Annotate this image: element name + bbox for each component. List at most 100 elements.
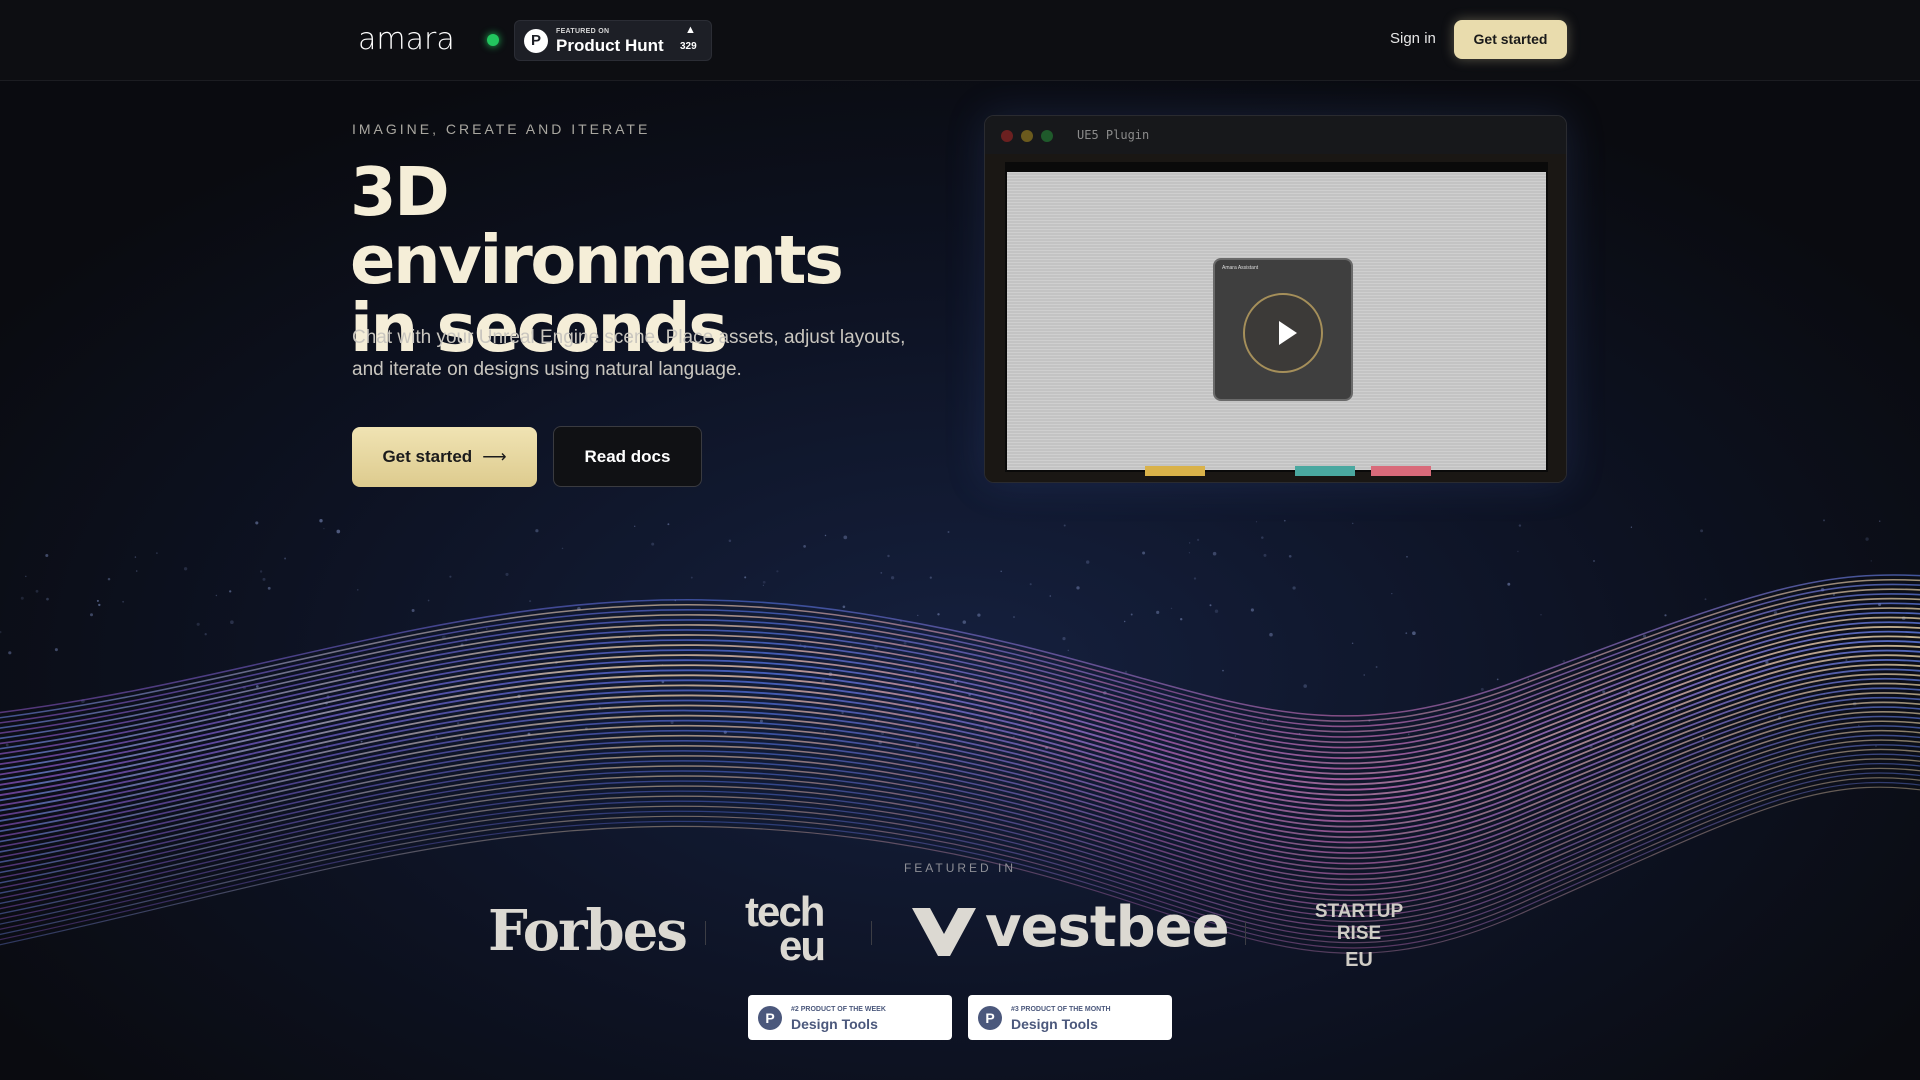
assistant-panel-title: Amara Assistant: [1222, 265, 1259, 271]
video-player[interactable]: Amara Assistant: [985, 154, 1566, 482]
star-dot: [1701, 736, 1704, 740]
nav-get-started-button[interactable]: Get started: [1454, 20, 1567, 59]
ph-award-week-badge[interactable]: P #2 PRODUCT OF THE WEEK Design Tools: [748, 995, 952, 1040]
star-dot: [1363, 674, 1365, 676]
star-dot: [215, 594, 218, 597]
video-window: UE5 Plugin Amara Assistant: [984, 115, 1567, 483]
logo-separator: [705, 921, 706, 945]
star-dot: [1517, 550, 1519, 553]
star-dot: [561, 547, 564, 550]
star-dot: [196, 622, 200, 626]
sign-in-link[interactable]: Sign in: [1390, 30, 1436, 47]
play-button[interactable]: [1243, 293, 1323, 373]
star-dot: [411, 609, 415, 612]
star-dot: [449, 575, 452, 578]
star-dot: [475, 630, 477, 632]
upvote-arrow-icon: ▲: [685, 24, 696, 36]
star-dot: [634, 525, 636, 527]
star-dot: [319, 519, 323, 523]
star-dot: [759, 719, 763, 723]
tech-eu-logo: tech eu: [745, 891, 826, 969]
star-dot: [1674, 708, 1677, 711]
star-dot: [1496, 678, 1499, 681]
star-dot: [1196, 538, 1200, 542]
star-dot: [1067, 649, 1070, 652]
star-dot: [54, 648, 58, 652]
star-dot: [1391, 592, 1393, 595]
star-dot: [803, 545, 806, 548]
star-dot: [1822, 519, 1826, 522]
star-dot: [823, 730, 826, 733]
star-dot: [1630, 526, 1633, 528]
star-dot: [1865, 537, 1869, 541]
star-dot: [1188, 542, 1191, 544]
star-dot: [1086, 560, 1090, 564]
star-dot: [947, 531, 950, 533]
star-dot: [25, 575, 27, 578]
star-dot: [1518, 524, 1522, 527]
star-dot: [1288, 554, 1292, 558]
product-hunt-icon: P: [524, 29, 548, 53]
star-dot: [229, 590, 232, 593]
star-dot: [1594, 657, 1596, 659]
star-dot: [20, 596, 24, 600]
star-dot: [1170, 607, 1173, 610]
star-dot: [1408, 733, 1410, 735]
star-dot: [1076, 586, 1080, 590]
star-dot: [1180, 618, 1183, 621]
star-dot: [1156, 610, 1160, 614]
star-dot: [267, 586, 271, 590]
star-dot: [1123, 620, 1126, 623]
star-dot: [915, 743, 920, 747]
star-dot: [1261, 720, 1264, 722]
star-dot: [1255, 521, 1258, 523]
product-hunt-badge[interactable]: P FEATURED ON Product Hunt ▲ 329: [514, 20, 712, 61]
hero-title-line-1: 3D environments: [350, 153, 844, 299]
star-dot: [323, 527, 325, 530]
star-dot: [977, 613, 981, 617]
top-nav: amara P FEATURED ON Product Hunt ▲ 329 S…: [0, 0, 1920, 81]
star-dot: [1063, 524, 1066, 527]
star-dot: [230, 620, 234, 625]
window-close-dot: [1001, 130, 1013, 142]
star-dot: [1269, 632, 1273, 637]
star-dot: [1029, 583, 1032, 586]
star-dot: [35, 589, 39, 593]
amara-logo[interactable]: amara: [358, 22, 455, 57]
tech-eu-logo-line-2: eu: [779, 922, 826, 969]
star-dot: [667, 523, 670, 526]
vestbee-logo: vestbee: [985, 895, 1230, 960]
star-dot: [651, 542, 655, 546]
read-docs-button[interactable]: Read docs: [553, 426, 702, 487]
star-dot: [1263, 553, 1267, 557]
window-maximize-dot: [1041, 130, 1053, 142]
star-dot: [357, 589, 359, 591]
arrow-right-icon: ⟶: [482, 447, 507, 466]
forbes-logo: Forbes: [488, 898, 688, 964]
star-dot: [1562, 660, 1566, 663]
window-minimize-dot: [1021, 130, 1033, 142]
monitor-screen: Amara Assistant: [1007, 172, 1546, 470]
hero-get-started-button[interactable]: Get started ⟶: [352, 427, 537, 487]
star-dot: [336, 529, 341, 534]
hero-eyebrow: IMAGINE, CREATE AND ITERATE: [352, 121, 651, 137]
star-dot: [937, 613, 940, 616]
startup-rise-eu-logo: STARTUP RISE EU: [1294, 901, 1424, 972]
star-dot: [1049, 595, 1052, 597]
play-icon: [1279, 321, 1297, 345]
star-dot: [1405, 632, 1408, 635]
sticker-teal: [1295, 466, 1355, 476]
star-dot: [1592, 559, 1596, 563]
star-dot: [505, 572, 509, 576]
star-dot: [1000, 570, 1002, 573]
window-title: UE5 Plugin: [1077, 128, 1150, 142]
star-dot: [122, 600, 124, 603]
ph-award-month-badge[interactable]: P #3 PRODUCT OF THE MONTH Design Tools: [968, 995, 1172, 1040]
star-dot: [728, 539, 732, 543]
star-dot: [1130, 613, 1133, 616]
startup-rise-line-2: EU: [1345, 949, 1373, 971]
star-dot: [1214, 609, 1219, 613]
sticker-pink: [1371, 466, 1431, 476]
star-dot: [204, 633, 207, 636]
star-dot: [1193, 577, 1197, 580]
